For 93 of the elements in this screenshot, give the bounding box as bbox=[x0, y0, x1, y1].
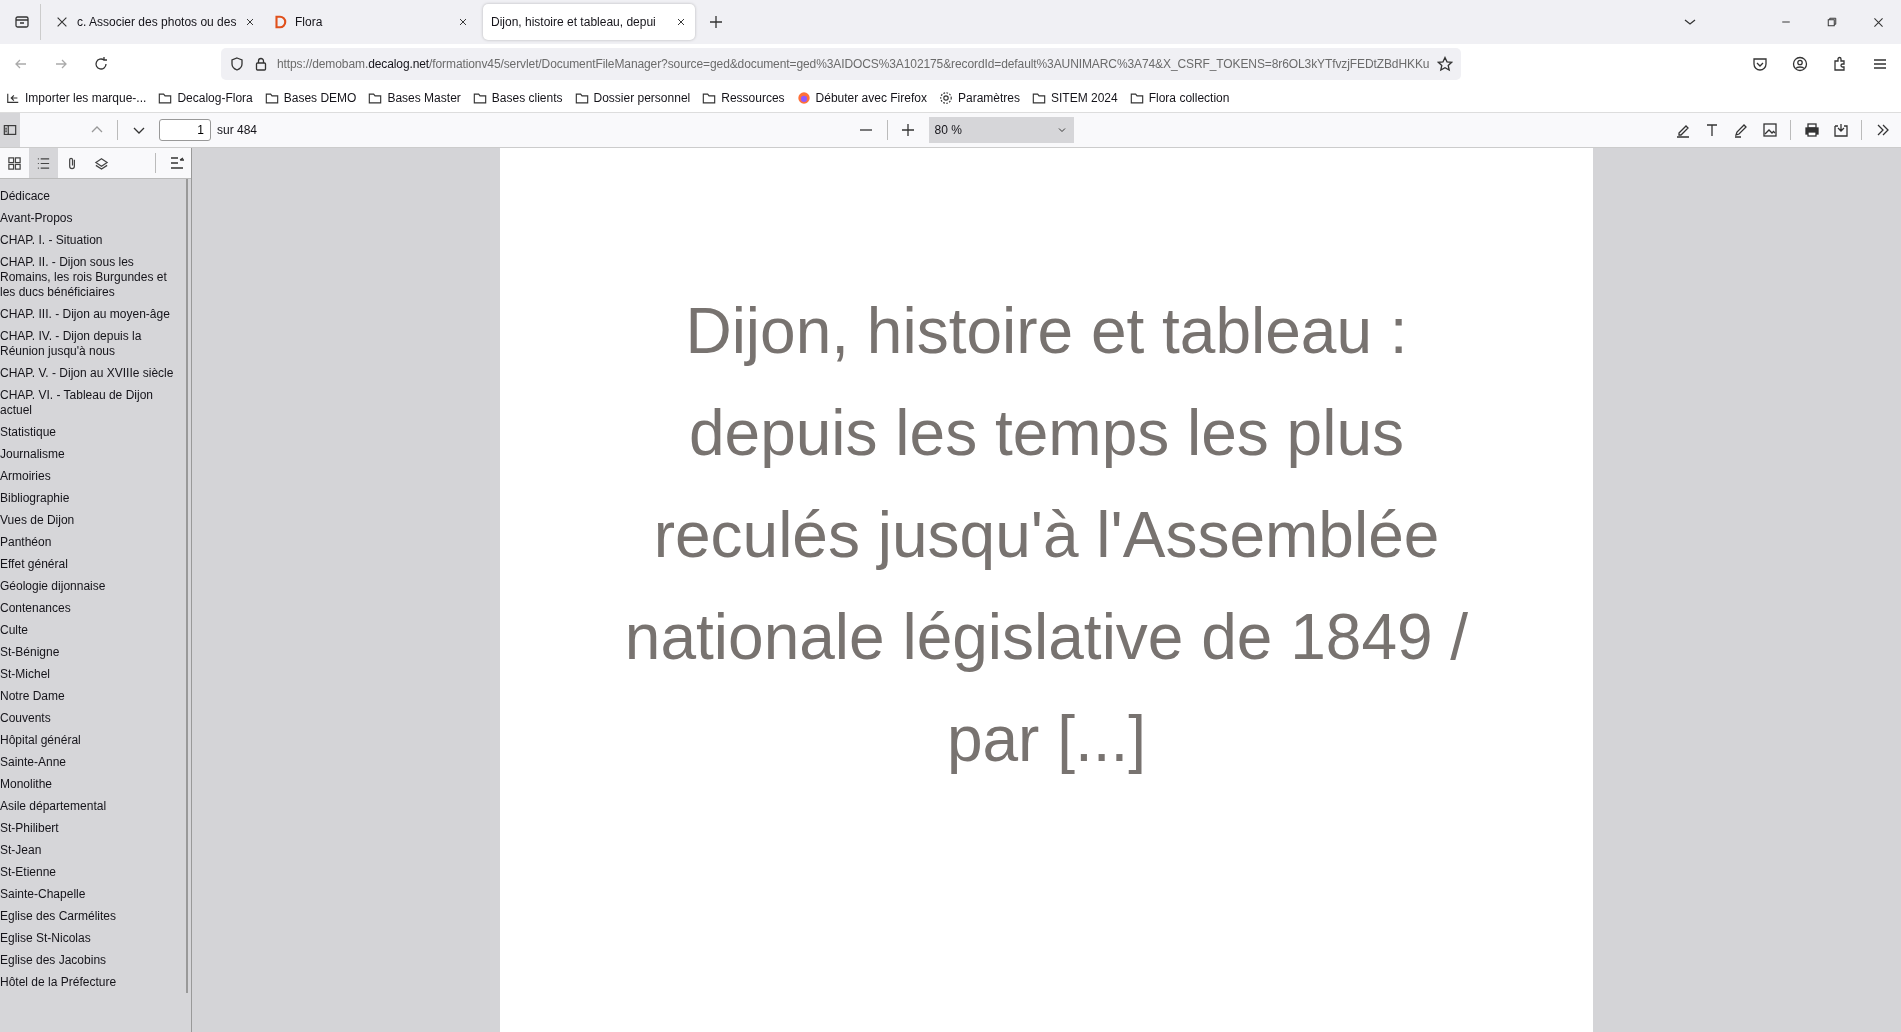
outline-item[interactable]: Journalisme bbox=[0, 443, 186, 465]
outline-item[interactable]: Géologie dijonnaise bbox=[0, 575, 186, 597]
bookmark[interactable]: Bases Master bbox=[368, 91, 461, 105]
bookmark[interactable]: Débuter avec Firefox bbox=[796, 91, 927, 105]
padlock-icon[interactable] bbox=[253, 56, 269, 72]
zoom-select[interactable]: 80 % bbox=[928, 117, 1074, 143]
layers-icon bbox=[94, 155, 109, 171]
folder-icon bbox=[1032, 91, 1046, 105]
outline-item[interactable]: Hôtel de la Préfecture bbox=[0, 971, 186, 993]
thumbnails-icon bbox=[7, 155, 22, 171]
print-icon[interactable] bbox=[1803, 122, 1820, 138]
outline-item[interactable]: St-Jean bbox=[0, 839, 186, 861]
folder-icon bbox=[264, 91, 279, 105]
save-icon[interactable] bbox=[1832, 122, 1849, 138]
outline-item[interactable]: Sainte-Anne bbox=[0, 751, 186, 773]
sidebar-toggle[interactable] bbox=[0, 113, 20, 147]
outline-item[interactable]: Avant-Propos bbox=[0, 207, 186, 229]
browser-tab[interactable]: Dijon, histoire et tableau, depui bbox=[483, 4, 695, 40]
reload-icon[interactable] bbox=[93, 56, 109, 72]
bookmark[interactable]: Paramètres bbox=[938, 91, 1020, 105]
pocket-icon[interactable] bbox=[1752, 56, 1768, 72]
flora-logo-icon bbox=[273, 15, 287, 29]
outline-view-button[interactable] bbox=[29, 148, 58, 178]
draw-pencil-icon[interactable] bbox=[1732, 122, 1749, 138]
outline-item[interactable]: CHAP. VI. - Tableau de Dijon actuel bbox=[0, 384, 186, 421]
bookmark[interactable]: SITEM 2024 bbox=[1032, 91, 1118, 105]
shield-icon[interactable] bbox=[229, 56, 245, 72]
outline-item[interactable]: Armoiries bbox=[0, 465, 186, 487]
bookmark[interactable]: Ressources bbox=[702, 91, 785, 105]
outline-item[interactable]: Notre Dame bbox=[0, 685, 186, 707]
outline-item[interactable]: Statistique bbox=[0, 421, 186, 443]
browser-tab[interactable]: Flora bbox=[265, 4, 477, 40]
current-outline-item-icon[interactable] bbox=[168, 155, 185, 171]
cross-icon bbox=[55, 15, 69, 29]
tab-list-icon[interactable] bbox=[14, 14, 30, 30]
restore-icon[interactable] bbox=[1826, 16, 1838, 28]
import-icon bbox=[6, 91, 20, 105]
image-icon[interactable] bbox=[1761, 122, 1778, 138]
outline-item[interactable]: Panthéon bbox=[0, 531, 186, 553]
outline-icon bbox=[36, 155, 51, 171]
zoom-in-icon[interactable] bbox=[900, 122, 916, 138]
outline-item[interactable]: Eglise des Jacobins bbox=[0, 949, 186, 971]
outline-item[interactable]: Eglise des Carmélites bbox=[0, 905, 186, 927]
outline-item[interactable]: CHAP. V. - Dijon au XVIIIe siècle bbox=[0, 362, 186, 384]
close-icon[interactable] bbox=[457, 16, 469, 28]
folder-icon bbox=[702, 91, 717, 105]
outline-item[interactable]: Sainte-Chapelle bbox=[0, 883, 186, 905]
outline-item[interactable]: Dédicace bbox=[0, 185, 186, 207]
outline-item[interactable]: Culte bbox=[0, 619, 186, 641]
firefox-logo-icon bbox=[796, 91, 811, 105]
extensions-puzzle-icon[interactable] bbox=[1832, 56, 1848, 72]
new-tab-icon[interactable] bbox=[708, 14, 724, 30]
gear-icon bbox=[938, 91, 953, 105]
browser-tab[interactable]: c. Associer des photos ou des bbox=[47, 4, 259, 40]
folder-icon bbox=[574, 91, 589, 105]
outline-item[interactable]: Effet général bbox=[0, 553, 186, 575]
url-text: https://demobam.decalog.net/formationv45/servlet/DocumentFileManager?source=ged&document=ged%3AIDOCS%3A102175&recordId=default%3AUNIMARC%3A74&X_CSRF_TOKENS=8r6OL3kYTfvzjFEDtZBdHKKu bbox=[277, 57, 1430, 71]
outline-item[interactable]: Monolithe bbox=[0, 773, 186, 795]
folder-icon bbox=[158, 91, 173, 105]
sidebar-icon bbox=[3, 123, 17, 137]
bookmark[interactable]: Bases DEMO bbox=[264, 91, 357, 105]
outline-item[interactable]: St-Michel bbox=[0, 663, 186, 685]
folder-icon bbox=[472, 91, 487, 105]
outline-item[interactable]: Contenances bbox=[0, 597, 186, 619]
folder-icon bbox=[1129, 91, 1144, 105]
outline-item[interactable]: CHAP. III. - Dijon au moyen-âge bbox=[0, 303, 186, 325]
page-number-field[interactable]: 1 bbox=[159, 119, 211, 141]
outline-item[interactable]: Couvents bbox=[0, 707, 186, 729]
star-icon[interactable] bbox=[1437, 56, 1454, 72]
account-icon[interactable] bbox=[1792, 56, 1808, 72]
bookmark[interactable]: Decalog-Flora bbox=[158, 91, 253, 105]
address-bar[interactable]: https://demobam.decalog.net/formationv45/servlet/DocumentFileManager?source=ged&document=ged%3AIDOCS%3A102175&recordId=default%3AUNIMARC%3A74&X_CSRF_TOKENS=8r6OL3kYTfvzjFEDtZBdHKKu bbox=[221, 48, 1462, 80]
outline-item[interactable]: Hôpital général bbox=[0, 729, 186, 751]
bookmark[interactable]: Dossier personnel bbox=[574, 91, 691, 105]
outline-item[interactable]: Asile départemental bbox=[0, 795, 186, 817]
close-icon[interactable] bbox=[1871, 15, 1885, 29]
bookmark[interactable]: Importer les marque-... bbox=[6, 91, 147, 105]
page-count: sur 484 bbox=[217, 123, 258, 137]
folder-icon bbox=[368, 91, 383, 105]
outline-item[interactable]: Vues de Dijon bbox=[0, 509, 186, 531]
outline-item[interactable]: CHAP. II. - Dijon sous les Romains, les rois Burgundes et les ducs bénéficiaires bbox=[0, 251, 186, 303]
bookmark[interactable]: Flora collection bbox=[1129, 91, 1230, 105]
bookmark[interactable]: Bases clients bbox=[472, 91, 563, 105]
outline-item[interactable]: Eglise St-Nicolas bbox=[0, 927, 186, 949]
outline-item[interactable]: Bibliographie bbox=[0, 487, 186, 509]
outline-item[interactable]: St-Bénigne bbox=[0, 641, 186, 663]
outline-item[interactable]: St-Etienne bbox=[0, 861, 186, 883]
outline-item[interactable]: St-Philibert bbox=[0, 817, 186, 839]
outline-item[interactable]: CHAP. IV. - Dijon depuis la Réunion jusqu'à nous bbox=[0, 325, 186, 362]
close-icon[interactable] bbox=[675, 16, 687, 28]
outline-item[interactable]: CHAP. I. - Situation bbox=[0, 229, 186, 251]
menu-icon[interactable] bbox=[1872, 56, 1888, 72]
document-title: Dijon, histoire et tableau : depuis les temps les plus reculés jusqu'à l'Assemblée nationale législative de 1849 / par [...] bbox=[623, 294, 1470, 777]
